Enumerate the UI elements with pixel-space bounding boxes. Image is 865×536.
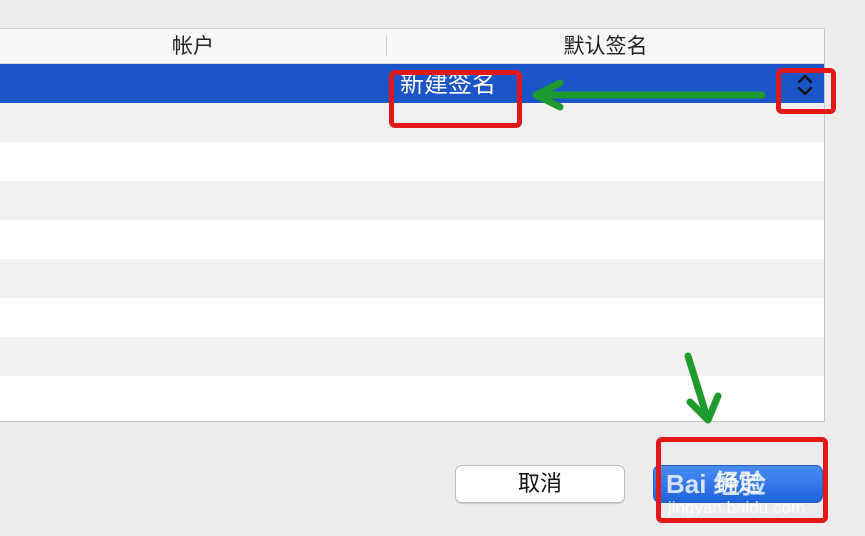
green-arrow-icon <box>532 79 766 424</box>
